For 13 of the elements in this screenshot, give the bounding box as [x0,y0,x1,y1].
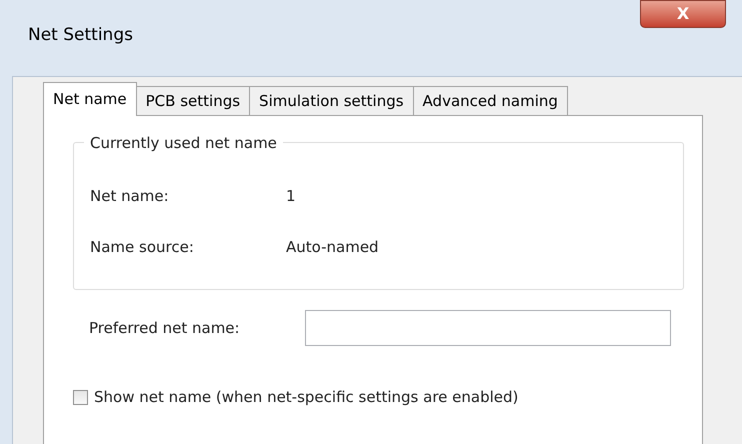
tab[interactable]: Advanced naming [414,86,568,115]
window-title: Net Settings [28,24,133,48]
field-label: Name source: [90,236,195,258]
tab[interactable]: PCB settings [136,86,250,115]
field-label: Preferred net name: [89,318,241,339]
field-value: Auto-named [286,236,379,258]
field-value: 1 [286,186,296,207]
input-field[interactable] [305,310,671,346]
field-label: Net name: [90,186,170,207]
tab[interactable]: Simulation settings [250,86,414,115]
tab[interactable]: Net name [43,82,137,116]
checkbox[interactable] [73,390,88,405]
checkbox-label: Show net name (when net-specific settings are enabled) [94,387,518,408]
